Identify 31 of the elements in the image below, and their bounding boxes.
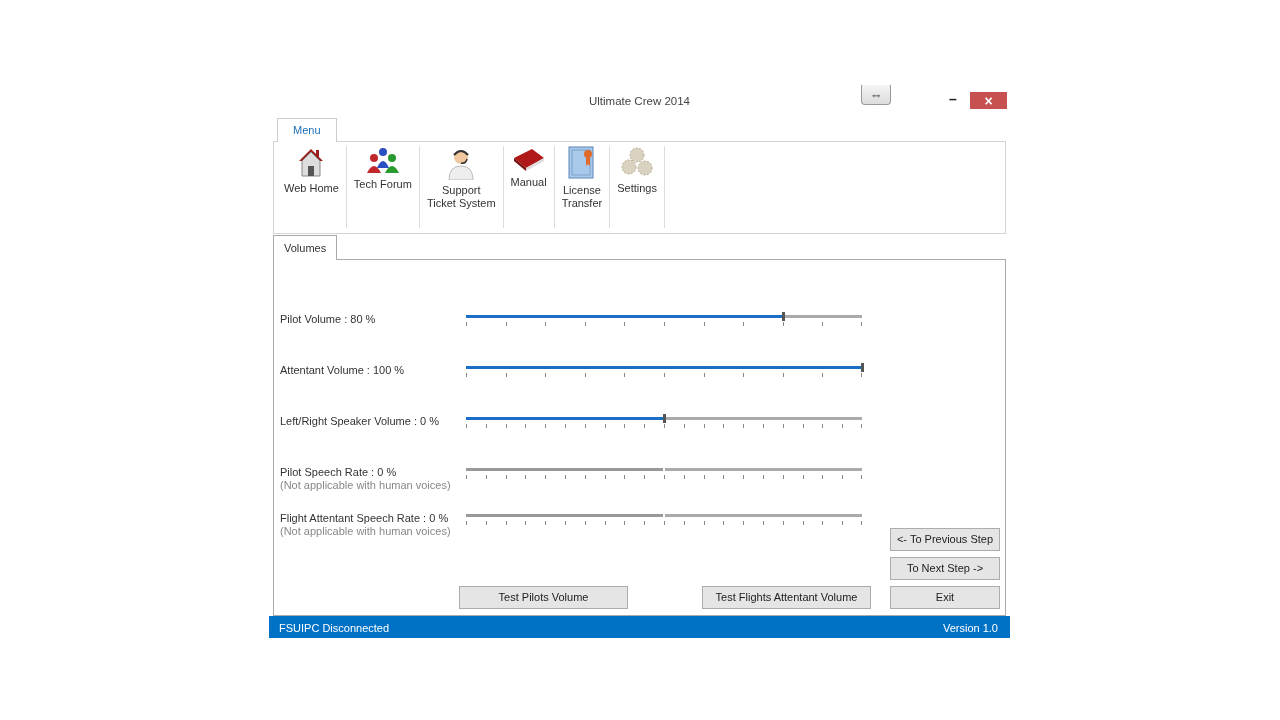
slider-label: Attentant Volume : 100 %	[280, 364, 405, 376]
slider[interactable]	[466, 366, 862, 378]
slider-label: Pilot Volume : 80 %	[280, 313, 376, 325]
slider[interactable]	[466, 417, 862, 429]
test-button[interactable]: Test Flights Attentant Volume	[702, 586, 871, 609]
step-button[interactable]: To Next Step ->	[890, 557, 1000, 580]
ribbon-button-label[interactable]: Web Home	[284, 181, 339, 195]
resize-button[interactable]: ⇔	[861, 85, 891, 105]
ribbon-tab[interactable]: Menu	[277, 118, 337, 142]
slider-label: Pilot Speech Rate : 0 %	[280, 466, 397, 478]
page-tab[interactable]: Volumes	[273, 234, 338, 260]
step-button[interactable]: <- To Previous Step	[890, 528, 1000, 551]
window-title: Ultimate Crew 2014	[589, 95, 690, 107]
minimize-button[interactable]: –	[949, 92, 957, 106]
slider-label: Left/Right Speaker Volume : 0 %	[280, 415, 439, 427]
ribbon-button-label[interactable]: Tech Forum	[353, 177, 412, 191]
note-text: (Not applicable with human voices)	[280, 525, 452, 538]
ribbon-button-label[interactable]: Settings	[617, 181, 657, 195]
ribbon-button-label[interactable]: License Transfer	[561, 183, 603, 210]
ribbon-button-label[interactable]: Support Ticket System	[426, 183, 496, 210]
step-button[interactable]: Exit	[890, 586, 1000, 609]
certificate-icon[interactable]	[567, 145, 596, 180]
test-button[interactable]: Test Pilots Volume	[459, 586, 628, 609]
version-text: Version 1.0	[942, 620, 998, 636]
slider[interactable]	[466, 315, 862, 327]
slider-label: Flight Attentant Speech Rate : 0 %	[280, 512, 449, 524]
connection-status: FSUIPC Disconnected	[279, 620, 390, 636]
close-button[interactable]: ×	[970, 92, 1007, 109]
note-text: (Not applicable with human voices)	[280, 479, 452, 492]
ribbon-button-label[interactable]: Manual	[510, 175, 547, 189]
people-icon[interactable]	[365, 145, 400, 174]
